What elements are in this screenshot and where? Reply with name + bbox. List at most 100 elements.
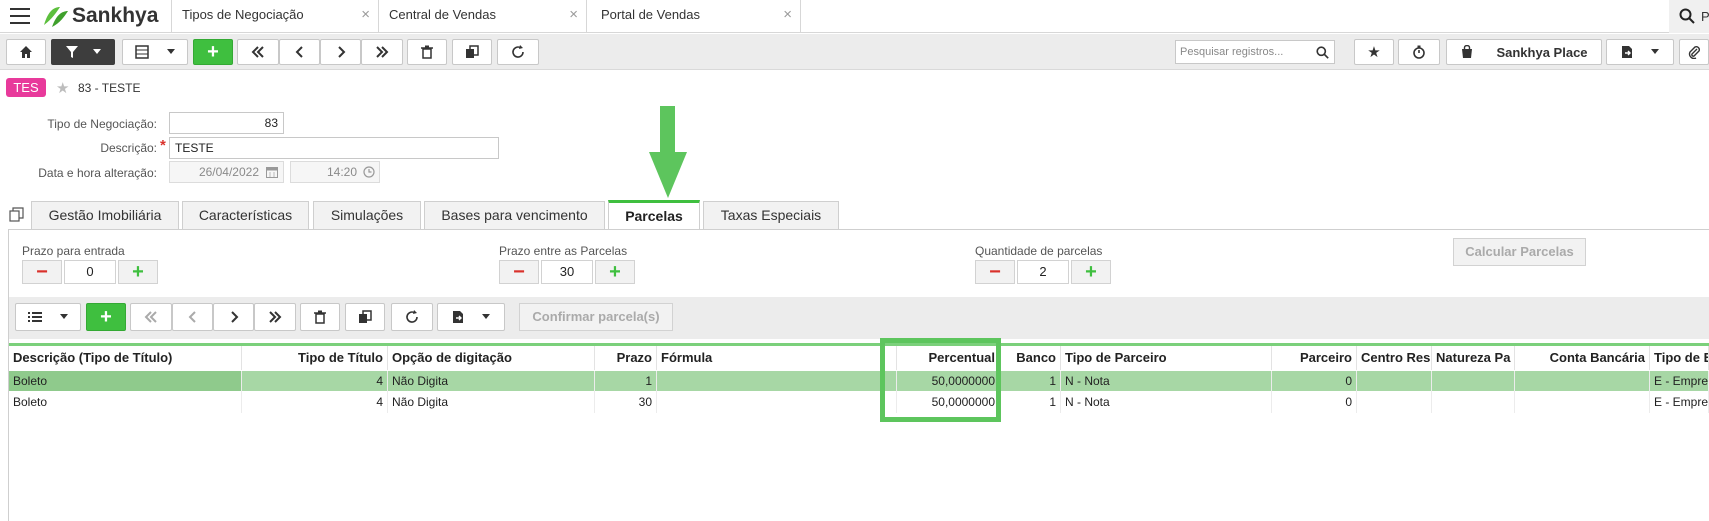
export-button[interactable] xyxy=(1606,39,1674,65)
table-cell[interactable] xyxy=(1515,392,1650,413)
table-cell[interactable]: Boleto xyxy=(9,392,242,413)
table-cell[interactable] xyxy=(657,371,897,392)
table-cell[interactable] xyxy=(1515,371,1650,392)
col-banco[interactable]: Banco xyxy=(1000,346,1061,370)
table-cell[interactable]: E - Empres xyxy=(1650,392,1709,413)
tab-parcelas[interactable]: Parcelas xyxy=(608,200,700,230)
quantidade-parcelas-label: Quantidade de parcelas xyxy=(975,244,1103,258)
table-cell[interactable]: 1 xyxy=(1000,371,1061,392)
first-record-button[interactable] xyxy=(237,39,279,65)
grid-export-button[interactable] xyxy=(437,303,505,331)
delete-button[interactable] xyxy=(407,39,447,65)
table-cell[interactable]: E - Empres xyxy=(1650,371,1709,392)
confirmar-parcelas-button[interactable]: Confirmar parcela(s) xyxy=(519,303,673,331)
prazo-entrada-input[interactable]: 0 xyxy=(64,260,116,284)
timer-button[interactable] xyxy=(1398,39,1440,65)
descricao-field[interactable]: TESTE xyxy=(169,137,499,159)
table-cell[interactable] xyxy=(657,392,897,413)
grid-first-button[interactable] xyxy=(130,303,172,331)
table-cell[interactable]: 0 xyxy=(1272,371,1357,392)
star-icon[interactable]: ★ xyxy=(56,79,69,97)
refresh-button[interactable] xyxy=(497,39,539,65)
grid-delete-button[interactable] xyxy=(300,303,340,331)
table-cell[interactable] xyxy=(1357,371,1432,392)
table-cell[interactable]: Não Digita xyxy=(388,371,595,392)
grid-refresh-button[interactable] xyxy=(391,303,433,331)
col-tipo-parceiro[interactable]: Tipo de Parceiro xyxy=(1061,346,1272,370)
tab-bases-vencimento[interactable]: Bases para vencimento xyxy=(424,201,605,229)
table-cell[interactable]: 30 xyxy=(595,392,657,413)
grid-previous-button[interactable] xyxy=(172,303,213,331)
minus-icon: − xyxy=(36,260,48,283)
prazo-entre-decrement-button[interactable]: − xyxy=(499,260,539,284)
grid-view-button[interactable] xyxy=(15,303,81,331)
copy-icon[interactable] xyxy=(9,207,24,222)
grid-next-button[interactable] xyxy=(213,303,254,331)
app-tab-tipos[interactable]: Tipos de Negociação × xyxy=(171,0,379,33)
tab-gestao-imobiliaria[interactable]: Gestão Imobiliária xyxy=(31,201,179,229)
col-centro-resultado[interactable]: Centro Res xyxy=(1357,346,1432,370)
col-prazo[interactable]: Prazo xyxy=(595,346,657,370)
table-cell[interactable]: 4 xyxy=(242,371,388,392)
tipo-negociacao-label: Tipo de Negociação: xyxy=(47,117,157,131)
col-tipo-empresa[interactable]: Tipo de Er xyxy=(1650,346,1709,370)
filter-button[interactable] xyxy=(51,39,115,65)
col-tipo-titulo[interactable]: Tipo de Título xyxy=(242,346,388,370)
table-cell[interactable]: 4 xyxy=(242,392,388,413)
add-button[interactable]: + xyxy=(193,39,233,65)
table-cell[interactable]: N - Nota xyxy=(1061,371,1272,392)
col-parceiro[interactable]: Parceiro xyxy=(1272,346,1357,370)
table-cell[interactable] xyxy=(1357,392,1432,413)
next-record-button[interactable] xyxy=(320,39,361,65)
grid-add-button[interactable]: + xyxy=(86,303,126,331)
table-cell[interactable]: 1 xyxy=(595,371,657,392)
stopwatch-icon xyxy=(1413,45,1425,59)
previous-record-button[interactable] xyxy=(279,39,320,65)
table-cell[interactable] xyxy=(1432,371,1515,392)
table-cell[interactable]: Boleto xyxy=(9,371,242,392)
quantidade-input[interactable]: 2 xyxy=(1017,260,1069,284)
app-tab-label: Portal de Vendas xyxy=(601,7,701,22)
grid-duplicate-button[interactable] xyxy=(345,303,385,331)
table-cell[interactable] xyxy=(1432,392,1515,413)
table-cell[interactable]: Não Digita xyxy=(388,392,595,413)
close-icon[interactable]: × xyxy=(569,0,578,30)
calcular-parcelas-button[interactable]: Calcular Parcelas xyxy=(1453,238,1586,266)
prazo-entre-input[interactable]: 30 xyxy=(541,260,593,284)
refresh-icon xyxy=(406,310,418,323)
tab-caracteristicas[interactable]: Características xyxy=(182,201,309,229)
duplicate-button[interactable] xyxy=(452,39,492,65)
sankhya-place-button[interactable]: Sankhya Place xyxy=(1446,39,1602,65)
prazo-entrada-decrement-button[interactable]: − xyxy=(22,260,62,284)
last-record-button[interactable] xyxy=(361,39,403,65)
col-formula[interactable]: Fórmula xyxy=(657,346,897,370)
tab-taxas-especiais[interactable]: Taxas Especiais xyxy=(703,201,839,229)
chevron-left-icon xyxy=(295,46,303,58)
col-conta-bancaria[interactable]: Conta Bancária xyxy=(1515,346,1650,370)
col-natureza[interactable]: Natureza Pa xyxy=(1432,346,1515,370)
tab-simulacoes[interactable]: Simulações xyxy=(313,201,421,229)
view-mode-button[interactable] xyxy=(122,39,188,65)
home-button[interactable] xyxy=(6,39,46,65)
chevron-down-icon xyxy=(167,49,175,54)
prazo-entrada-increment-button[interactable]: + xyxy=(118,260,158,284)
tipo-negociacao-field[interactable]: 83 xyxy=(169,112,284,134)
close-icon[interactable]: × xyxy=(783,0,792,30)
search-records-input[interactable]: Pesquisar registros... xyxy=(1175,40,1335,64)
table-cell[interactable]: 1 xyxy=(1000,392,1061,413)
attachment-button[interactable] xyxy=(1679,39,1709,65)
app-tab-portal[interactable]: Portal de Vendas × xyxy=(591,0,801,33)
prazo-entre-increment-button[interactable]: + xyxy=(595,260,635,284)
quantidade-increment-button[interactable]: + xyxy=(1071,260,1111,284)
col-descricao[interactable]: Descrição (Tipo de Título) xyxy=(9,346,242,370)
quantidade-decrement-button[interactable]: − xyxy=(975,260,1015,284)
col-opcao-digitacao[interactable]: Opção de digitação xyxy=(388,346,595,370)
menu-icon[interactable] xyxy=(10,8,30,24)
global-search[interactable]: P xyxy=(1669,0,1709,33)
app-tab-central[interactable]: Central de Vendas × xyxy=(379,0,587,33)
table-cell[interactable]: N - Nota xyxy=(1061,392,1272,413)
grid-last-button[interactable] xyxy=(254,303,296,331)
table-cell[interactable]: 0 xyxy=(1272,392,1357,413)
favorite-button[interactable]: ★ xyxy=(1354,39,1394,65)
close-icon[interactable]: × xyxy=(361,0,370,30)
